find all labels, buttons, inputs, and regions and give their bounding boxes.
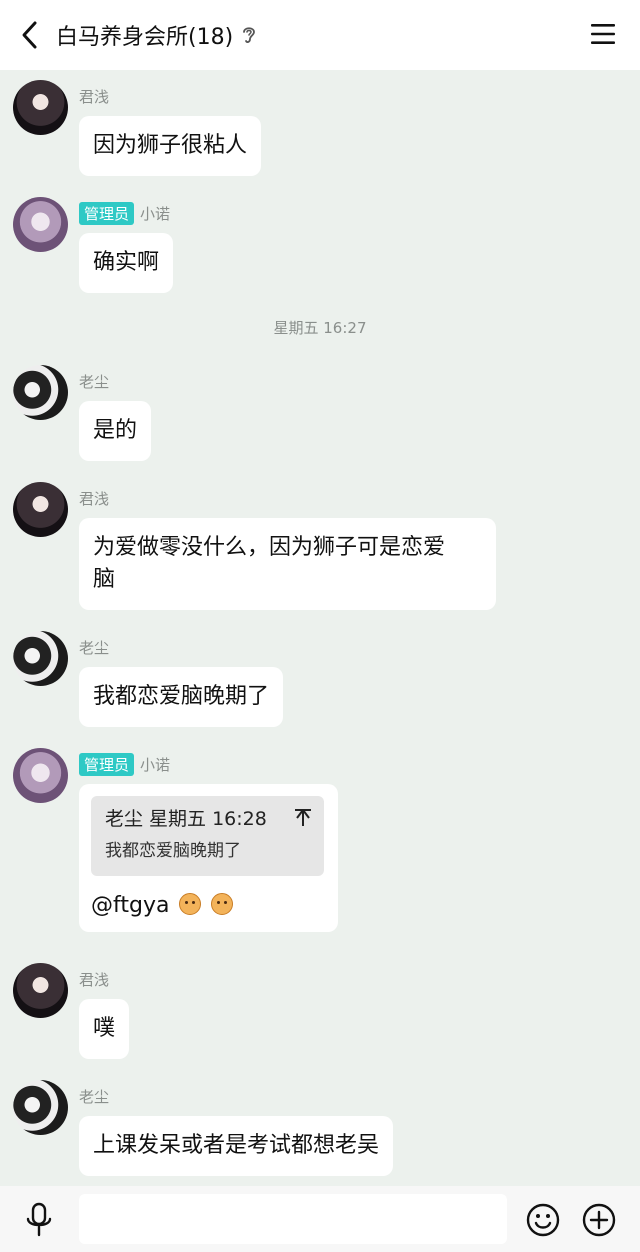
avatar[interactable] <box>13 365 68 420</box>
plus-circle-icon <box>582 1203 616 1237</box>
sender-name: 小诺 <box>140 204 171 223</box>
message-bubble[interactable]: 为爱做零没什么，因为狮子可是恋爱 脑 <box>79 518 496 610</box>
dog-face-emoji-icon <box>179 893 202 915</box>
avatar[interactable] <box>13 80 68 135</box>
message-bubble[interactable]: 上课发呆或者是考试都想老吴 <box>79 1116 394 1176</box>
hamburger-menu-icon <box>591 24 615 44</box>
admin-badge: 管理员 <box>79 201 135 225</box>
chat-title: 白马养身会所(18) <box>56 25 234 50</box>
message-text-line: 为爱做零没什么，因为狮子可是恋爱 <box>93 535 446 560</box>
admin-badge: 管理员 <box>79 752 135 776</box>
message-bubble[interactable]: 是的 <box>79 401 152 461</box>
smiley-icon <box>526 1203 560 1237</box>
time-divider: 星期五 16:27 <box>273 319 367 337</box>
sender-name: 老尘 <box>79 638 110 657</box>
reply-bubble[interactable]: 老尘 星期五 16:28 我都恋爱脑晚期了 @ftgya <box>79 784 338 932</box>
ear-icon <box>241 24 257 46</box>
microphone-icon <box>26 1202 52 1237</box>
dog-face-emoji-icon <box>211 893 234 915</box>
avatar[interactable] <box>13 197 68 252</box>
message-bubble[interactable]: 确实啊 <box>79 233 174 293</box>
message-bubble[interactable]: 我都恋爱脑晚期了 <box>79 667 284 727</box>
menu-button[interactable] <box>590 22 616 46</box>
avatar[interactable] <box>13 482 68 537</box>
message-bubble[interactable]: 噗 <box>79 999 130 1059</box>
message-input[interactable] <box>79 1194 507 1244</box>
chat-title-group[interactable]: 白马养身会所(18) <box>56 18 257 52</box>
chevron-left-icon <box>22 21 37 49</box>
collapse-up-icon[interactable] <box>294 808 312 828</box>
mention-text[interactable]: @ftgya <box>91 893 169 918</box>
sender-name: 小诺 <box>140 755 171 774</box>
emoji-button[interactable] <box>526 1203 560 1237</box>
sender-name: 君浅 <box>79 489 110 508</box>
message-text-line: 脑 <box>93 567 116 592</box>
chat-header: 白马养身会所(18) <box>0 0 640 70</box>
sender-name: 君浅 <box>79 970 110 989</box>
voice-input-button[interactable] <box>22 1202 56 1238</box>
sender-name: 老尘 <box>79 372 110 391</box>
message-list[interactable]: 君浅 因为狮子很粘人 管理员 小诺 确实啊 星期五 16:27 老尘 是的 君浅… <box>0 70 640 1186</box>
more-actions-button[interactable] <box>582 1203 616 1237</box>
avatar[interactable] <box>13 963 68 1018</box>
avatar[interactable] <box>13 748 68 803</box>
quote-text: 我都恋爱脑晚期了 <box>105 841 241 861</box>
back-button[interactable] <box>14 17 44 53</box>
avatar[interactable] <box>13 1080 68 1135</box>
quoted-message[interactable]: 老尘 星期五 16:28 我都恋爱脑晚期了 <box>91 796 324 876</box>
input-bar <box>0 1186 640 1252</box>
sender-name: 君浅 <box>79 87 110 106</box>
sender-name: 老尘 <box>79 1087 110 1106</box>
avatar[interactable] <box>13 631 68 686</box>
quote-header: 老尘 星期五 16:28 <box>105 808 267 830</box>
message-bubble[interactable]: 因为狮子很粘人 <box>79 116 262 176</box>
